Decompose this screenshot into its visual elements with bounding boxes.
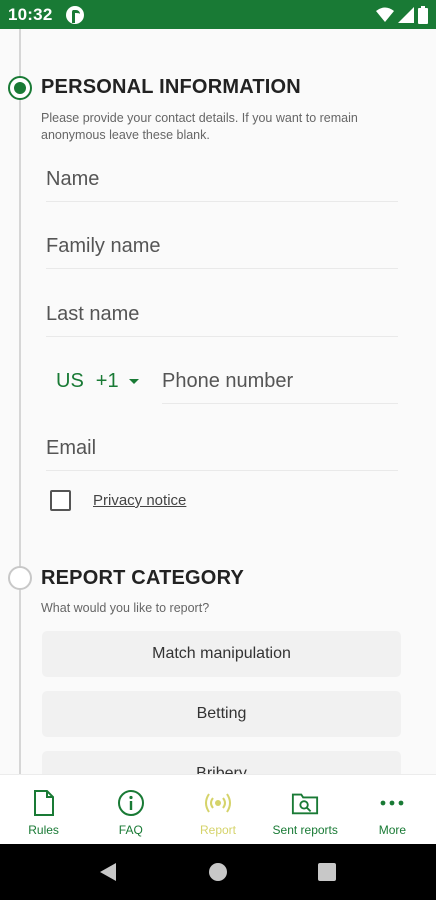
more-dots-icon (378, 789, 406, 817)
nav-more-label: More (378, 823, 407, 837)
country-code: US (56, 370, 84, 392)
step-indicator-active (8, 76, 32, 100)
signal-icon (398, 7, 414, 23)
option-match-manipulation[interactable]: Match manipulation (42, 631, 401, 677)
timeline-line (19, 29, 21, 774)
nav-faq-label: FAQ (118, 823, 143, 837)
last-name-field[interactable] (46, 297, 398, 337)
status-time: 10:32 (8, 5, 53, 24)
email-field[interactable] (46, 431, 398, 471)
home-icon[interactable] (208, 862, 228, 882)
recents-icon[interactable] (318, 863, 336, 881)
back-icon[interactable] (98, 862, 118, 882)
name-field[interactable] (46, 162, 398, 202)
report-category-description: What would you like to report? (41, 601, 210, 615)
dial-code: +1 (95, 370, 119, 392)
email-input[interactable] (46, 431, 398, 470)
phone-input[interactable] (162, 364, 398, 403)
report-form[interactable]: PERSONAL INFORMATION Please provide your… (0, 29, 436, 774)
nav-sent-reports[interactable]: Sent reports (262, 775, 349, 844)
document-icon (30, 789, 58, 817)
privacy-checkbox[interactable] (50, 490, 71, 511)
system-navigation-bar (0, 844, 436, 900)
nav-sent-reports-label: Sent reports (272, 823, 338, 837)
option-bribery[interactable]: Bribery (42, 751, 401, 774)
status-bar: 10:32 (0, 0, 436, 29)
phone-row: US +1 (46, 364, 398, 404)
step-indicator-inactive (8, 566, 32, 590)
battery-icon (418, 6, 428, 24)
app-notification-icon (66, 6, 84, 24)
option-betting[interactable]: Betting (42, 691, 401, 737)
last-name-input[interactable] (46, 297, 398, 336)
phone-field[interactable] (162, 364, 398, 404)
family-name-input[interactable] (46, 229, 398, 268)
nav-report[interactable]: Report (174, 775, 261, 844)
family-name-field[interactable] (46, 229, 398, 269)
nav-rules[interactable]: Rules (0, 775, 87, 844)
folder-search-icon (291, 789, 319, 817)
wifi-icon (376, 7, 394, 22)
bottom-navigation: Rules FAQ Report Sent reports More (0, 774, 436, 844)
name-input[interactable] (46, 162, 398, 201)
personal-info-title: PERSONAL INFORMATION (41, 76, 301, 98)
app-screen: 10:32 PERSONAL INFORMATION Please provid… (0, 0, 436, 900)
personal-info-description: Please provide your contact details. If … (41, 111, 358, 142)
nav-rules-label: Rules (28, 823, 59, 837)
dropdown-caret-icon (128, 379, 139, 384)
report-category-title: REPORT CATEGORY (41, 567, 245, 589)
nav-report-label: Report (199, 823, 237, 837)
privacy-notice-link[interactable]: Privacy notice (93, 492, 186, 509)
privacy-row: Privacy notice (50, 490, 186, 511)
country-code-select[interactable]: US +1 (56, 370, 139, 393)
broadcast-icon (204, 789, 232, 817)
status-indicators (376, 6, 428, 24)
nav-more[interactable]: More (349, 775, 436, 844)
nav-faq[interactable]: FAQ (87, 775, 174, 844)
info-icon (117, 789, 145, 817)
